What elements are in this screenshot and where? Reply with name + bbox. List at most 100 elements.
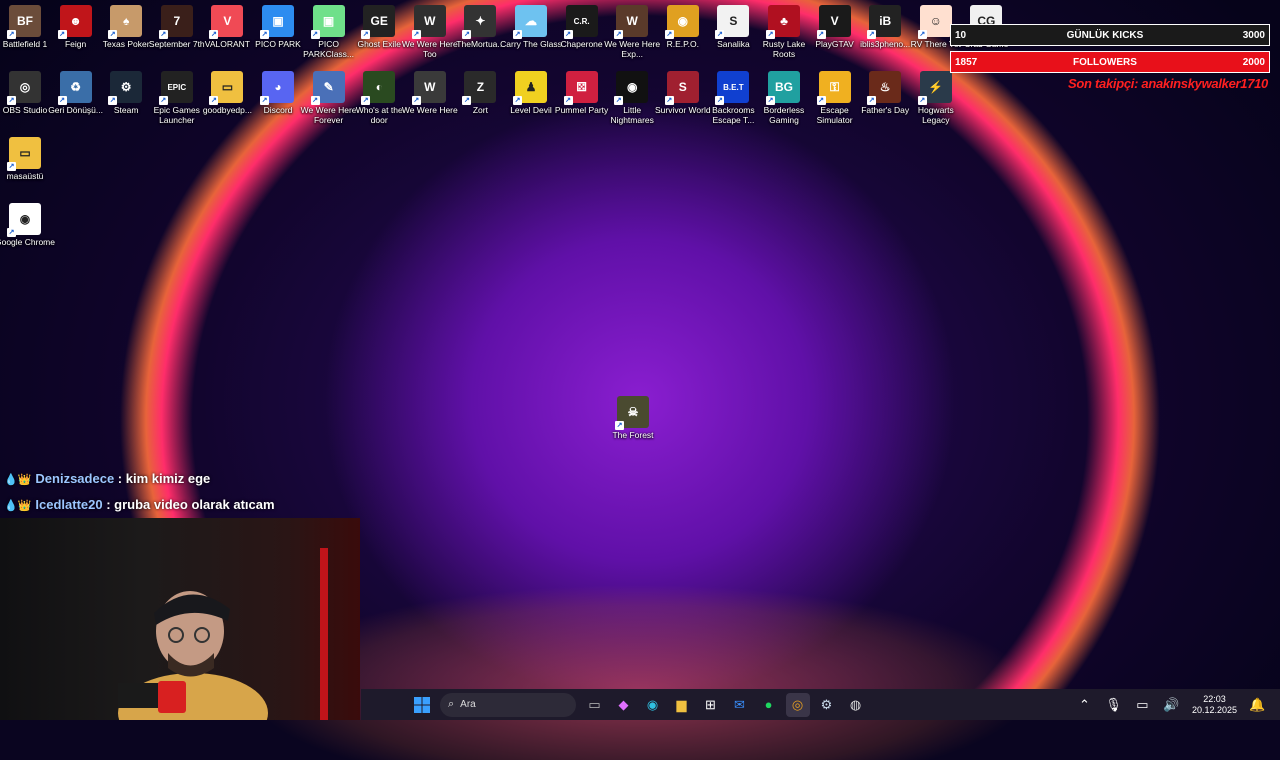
desktop-icon[interactable]: ⚡ ↗ Hogwarts Legacy <box>905 67 967 125</box>
app-icon: ♻ ↗ <box>57 71 92 105</box>
app-icon: BG ↗ <box>766 71 800 105</box>
chevron-up-icon[interactable]: ⌃ <box>1072 693 1096 717</box>
taskbar: ⌕ Ara ▭ ◆ ◉ ▆ ⊞ ✉ ● ◎ ⚙ ◍ ⌃ 🎙 ▭ 🔊 22:03 … <box>361 689 1280 720</box>
clock[interactable]: 22:03 20.12.2025 <box>1192 694 1237 716</box>
app-icon: ▭ ↗ <box>7 137 41 171</box>
task-view-icon[interactable]: ▭ <box>583 693 607 717</box>
shortcut-arrow-icon: ↗ <box>158 96 168 105</box>
app-icon: ◉ ↗ <box>7 203 41 237</box>
microphone-icon[interactable]: 🎙 <box>1101 693 1125 717</box>
app-icon: S ↗ <box>664 71 699 105</box>
desktop-icon-label: masaüstü <box>6 171 44 181</box>
steam-icon[interactable]: ⚙ <box>815 693 839 717</box>
notification-icon[interactable]: 🔔 <box>1246 693 1270 717</box>
app-icon: ♠ ↗ <box>108 5 143 39</box>
edge-icon[interactable]: ◉ <box>641 693 665 717</box>
app-icon: BF ↗ <box>7 5 41 39</box>
shortcut-arrow-icon: ↗ <box>917 30 927 39</box>
shortcut-arrow-icon: ↗ <box>7 30 16 39</box>
shortcut-arrow-icon: ↗ <box>158 30 168 39</box>
start-button[interactable] <box>410 693 434 717</box>
copilot-icon[interactable]: ◆ <box>612 693 636 717</box>
taskbar-search[interactable]: ⌕ Ara <box>440 692 576 717</box>
app-icon: ✎ ↗ <box>310 71 345 105</box>
chat-badge-icon: 💧👑 <box>4 474 32 486</box>
app-icon: Z ↗ <box>462 71 497 105</box>
shortcut-arrow-icon: ↗ <box>260 96 269 105</box>
shortcut-arrow-icon: ↗ <box>715 96 725 105</box>
kicks-current: 10 <box>955 29 967 41</box>
shortcut-arrow-icon: ↗ <box>7 96 16 105</box>
app-icon: V ↗ <box>816 5 851 39</box>
app-icon: ♨ ↗ <box>867 71 902 105</box>
app-icon: ⚙ ↗ <box>108 71 143 105</box>
desktop-icon[interactable]: ◉ ↗ Google Chrome <box>0 199 56 247</box>
webcam-feed <box>0 518 360 720</box>
obs-icon[interactable]: ◍ <box>844 693 868 717</box>
shortcut-arrow-icon: ↗ <box>614 96 624 105</box>
shortcut-arrow-icon: ↗ <box>7 228 16 237</box>
app-icon: C.R. ↗ <box>563 5 598 39</box>
app-icon: S ↗ <box>715 5 750 39</box>
shortcut-arrow-icon: ↗ <box>310 30 320 39</box>
kicks-title: GÜNLÜK KICKS <box>1066 29 1144 41</box>
file-explorer-icon[interactable]: ▆ <box>670 693 694 717</box>
app-icon: ☁ ↗ <box>513 5 547 39</box>
spotify-icon[interactable]: ● <box>757 693 781 717</box>
app-icon: ⚡ ↗ <box>917 71 952 105</box>
app-icon: GE ↗ <box>361 5 396 39</box>
system-tray: ⌃ 🎙 ▭ 🔊 22:03 20.12.2025 🔔 <box>1070 689 1272 720</box>
shortcut-arrow-icon: ↗ <box>513 96 522 105</box>
desktop-icon[interactable]: ☠ ↗ The Forest <box>602 392 664 440</box>
shortcut-arrow-icon: ↗ <box>260 30 269 39</box>
shortcut-arrow-icon: ↗ <box>108 96 118 105</box>
shortcut-arrow-icon: ↗ <box>766 96 775 105</box>
shortcut-arrow-icon: ↗ <box>563 96 573 105</box>
kicks-goal: 3000 <box>1242 29 1265 41</box>
app-icon: ▣ ↗ <box>310 5 345 39</box>
network-icon[interactable]: ▭ <box>1130 693 1154 717</box>
shortcut-arrow-icon: ↗ <box>917 96 927 105</box>
shortcut-arrow-icon: ↗ <box>411 96 421 105</box>
search-icon: ⌕ <box>448 698 455 710</box>
shortcut-arrow-icon: ↗ <box>766 30 775 39</box>
app-icon: ▭ ↗ <box>209 71 244 105</box>
followers-current: 1857 <box>955 56 978 68</box>
shortcut-arrow-icon: ↗ <box>513 30 522 39</box>
chat-message: 💧👑 Icedlatte20 : gruba video olarak atıca… <box>4 497 275 512</box>
mail-icon[interactable]: ✉ <box>728 693 752 717</box>
app-icon: ☻ ↗ <box>57 5 92 39</box>
volume-icon[interactable]: 🔊 <box>1159 693 1183 717</box>
app-icon: ✦ ↗ <box>462 5 497 39</box>
shortcut-arrow-icon: ↗ <box>209 96 219 105</box>
app-icon: ◕ ↗ <box>260 71 294 105</box>
app-icon: ♣ ↗ <box>766 5 800 39</box>
clock-date: 20.12.2025 <box>1191 704 1237 715</box>
shortcut-arrow-icon: ↗ <box>108 30 118 39</box>
shortcut-arrow-icon: ↗ <box>361 30 371 39</box>
store-icon[interactable]: ⊞ <box>699 693 723 717</box>
app-icon: ☺ ↗ <box>917 5 952 39</box>
followers-bar: 1857 FOLLOWERS 2000 <box>950 51 1270 73</box>
shortcut-arrow-icon: ↗ <box>816 96 826 105</box>
shortcut-arrow-icon: ↗ <box>816 30 826 39</box>
shortcut-arrow-icon: ↗ <box>7 162 16 171</box>
desktop-icon[interactable]: ▭ ↗ masaüstü <box>0 133 56 181</box>
app-icon: EPIC ↗ <box>158 71 193 105</box>
desktop-icon-label: The Forest <box>612 430 654 440</box>
chat-username: Denizsadece <box>35 471 115 486</box>
chrome-icon[interactable]: ◎ <box>785 692 810 717</box>
app-icon: ⚿ ↗ <box>816 71 851 105</box>
shortcut-arrow-icon: ↗ <box>462 30 472 39</box>
app-icon: 7 ↗ <box>158 5 193 39</box>
app-icon: W ↗ <box>411 5 446 39</box>
shortcut-arrow-icon: ↗ <box>209 30 219 39</box>
shortcut-arrow-icon: ↗ <box>57 96 67 105</box>
app-icon: W ↗ <box>411 71 446 105</box>
followers-title: FOLLOWERS <box>1073 56 1137 68</box>
shortcut-arrow-icon: ↗ <box>615 421 624 430</box>
app-icon: V ↗ <box>209 5 244 39</box>
red-light-strip <box>320 548 328 720</box>
shortcut-arrow-icon: ↗ <box>664 30 674 39</box>
shortcut-arrow-icon: ↗ <box>867 96 877 105</box>
